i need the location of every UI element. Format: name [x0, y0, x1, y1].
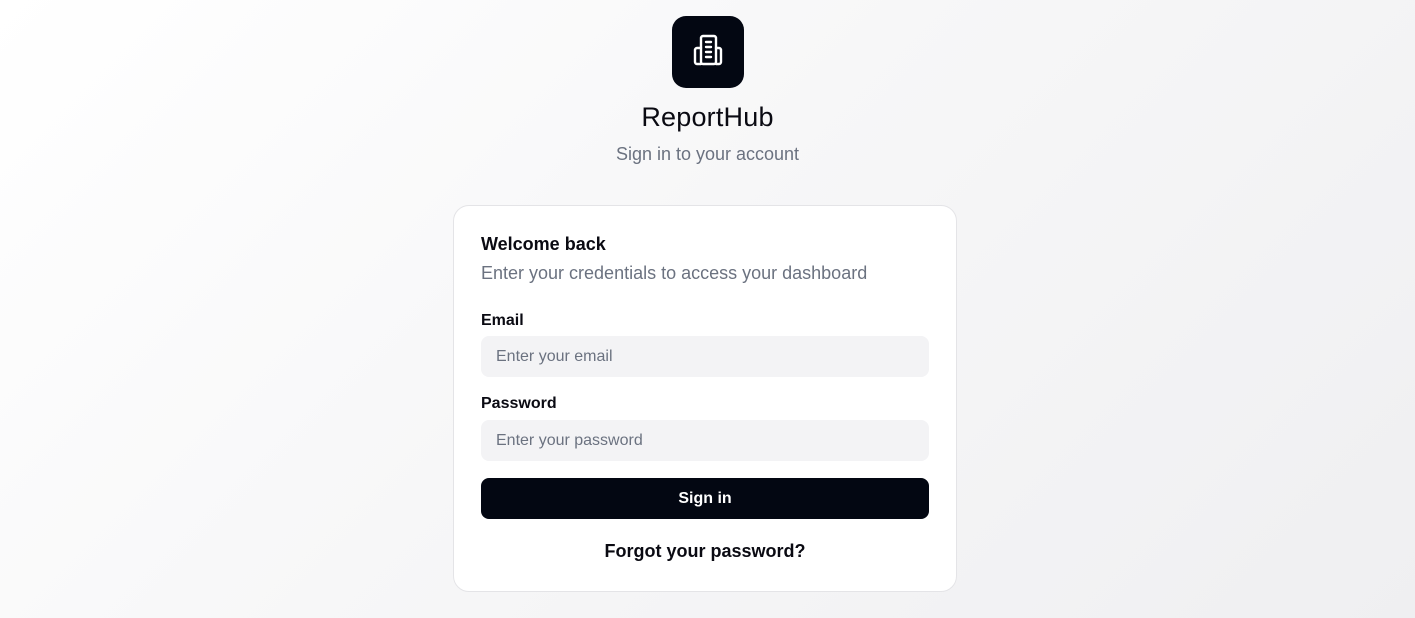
email-label: Email — [481, 312, 524, 329]
building-icon — [691, 33, 725, 72]
app-title: ReportHub — [641, 102, 774, 132]
card-description: Enter your credentials to access your da… — [481, 263, 868, 283]
brand-header: ReportHub Sign in to your account — [0, 16, 1415, 165]
card-title: Welcome back — [481, 234, 606, 254]
email-input[interactable] — [481, 336, 929, 377]
login-card: Welcome back Enter your credentials to a… — [453, 205, 957, 592]
password-label: Password — [481, 395, 557, 412]
app-logo — [671, 16, 744, 88]
app-subtitle: Sign in to your account — [615, 144, 800, 164]
forgot-password-link[interactable]: Forgot your password? — [481, 540, 929, 562]
sign-in-button[interactable]: Sign in — [481, 478, 929, 519]
password-input[interactable] — [481, 420, 929, 461]
